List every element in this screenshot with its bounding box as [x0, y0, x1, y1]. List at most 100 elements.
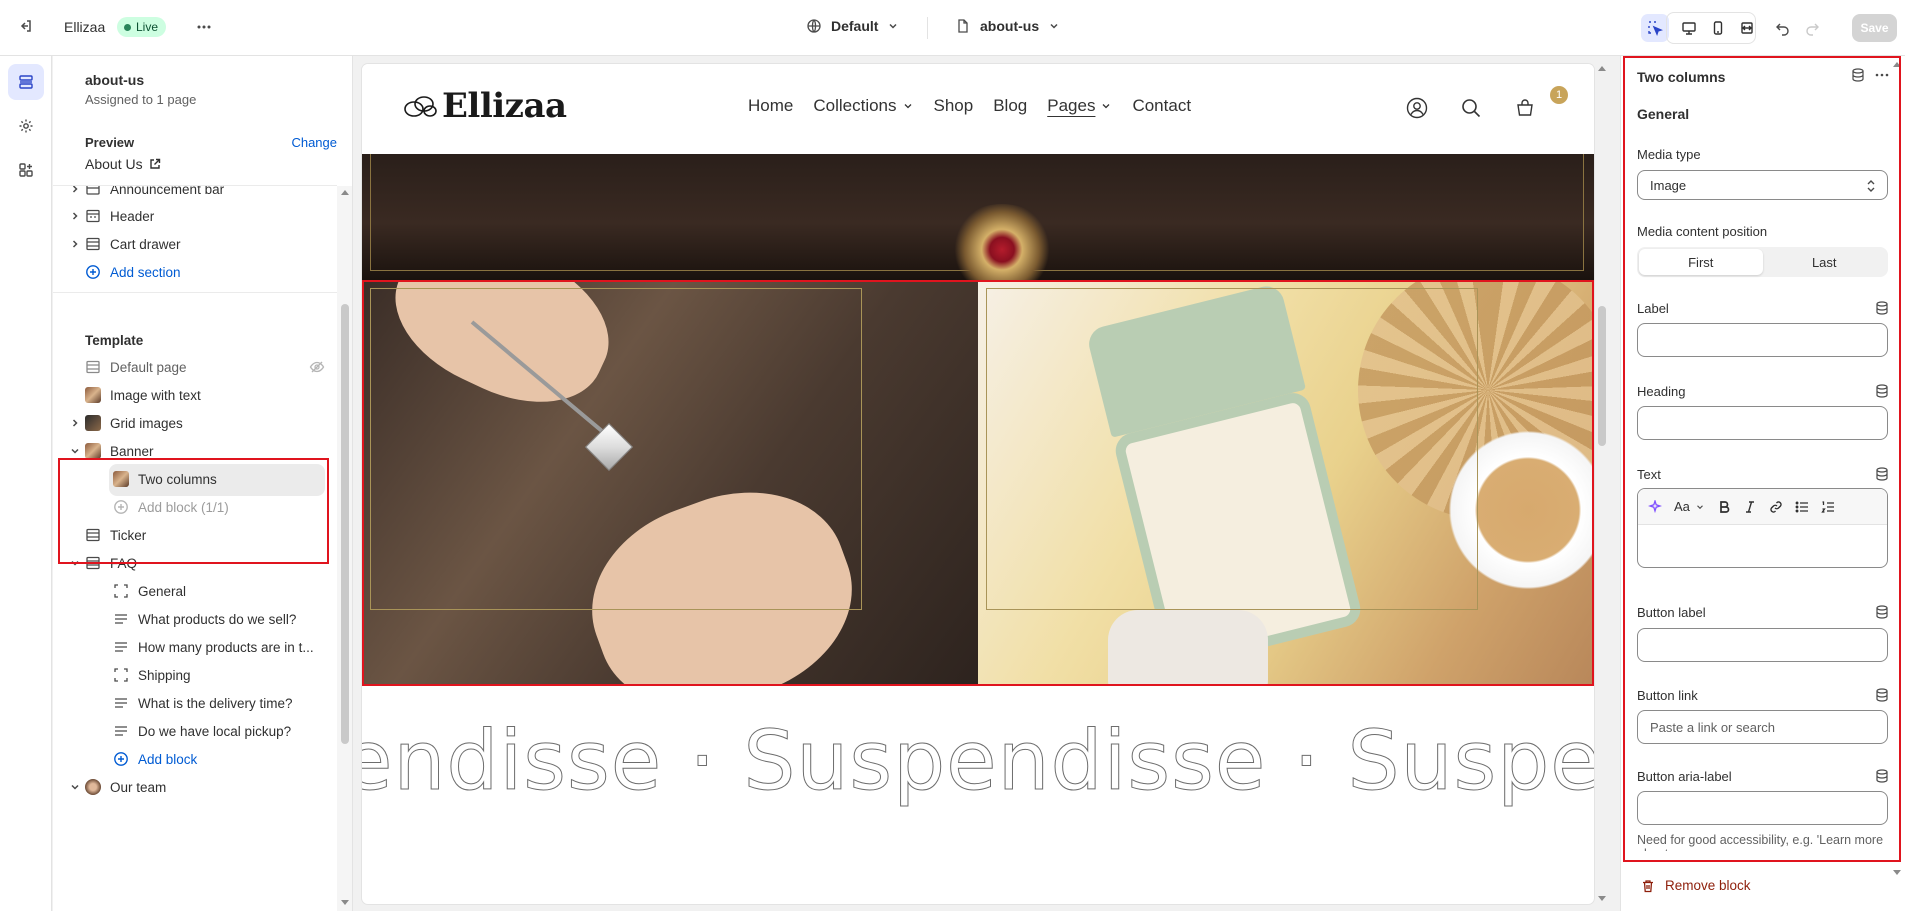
mobile-view-button[interactable]	[1704, 14, 1732, 42]
font-style-label: Aa	[1674, 499, 1690, 514]
scroll-down-arrow-icon[interactable]	[1598, 896, 1606, 901]
fullscreen-view-button[interactable]	[1733, 14, 1761, 42]
store-nav-links: Home Collections Shop Blog Pages Contact	[748, 96, 1191, 116]
remove-block-button[interactable]: Remove block	[1641, 878, 1751, 893]
chevron-right-icon	[72, 240, 78, 248]
remove-block-label: Remove block	[1665, 878, 1751, 893]
cart-icon[interactable]	[1514, 97, 1536, 119]
theme-name: Default	[831, 18, 879, 34]
font-style-dropdown[interactable]: Aa	[1674, 499, 1705, 514]
add-block-label: Add block (1/1)	[138, 499, 229, 515]
brooch-image	[952, 204, 1052, 280]
section-thumbnail	[85, 779, 101, 795]
banner-two-columns-section[interactable]	[362, 280, 1594, 686]
italic-icon[interactable]	[1743, 500, 1757, 514]
live-dot-icon	[124, 23, 131, 31]
bold-icon[interactable]	[1717, 500, 1731, 514]
text-rich-editor: Aa	[1637, 488, 1888, 568]
scrollbar-thumb[interactable]	[1598, 306, 1606, 446]
apps-rail-button[interactable]	[8, 152, 44, 188]
scroll-up-arrow-icon[interactable]	[1598, 66, 1606, 71]
section-thumbnail	[85, 415, 101, 431]
preview-page-link[interactable]: About Us	[85, 156, 161, 172]
preview-scrollbar[interactable]	[1596, 64, 1608, 904]
inspector-toggle-button[interactable]	[1641, 14, 1669, 42]
theme-settings-rail-button[interactable]	[8, 108, 44, 144]
dynamic-source-icon[interactable]	[1875, 688, 1889, 702]
more-actions-icon[interactable]	[196, 19, 212, 35]
dynamic-source-icon[interactable]	[1875, 769, 1889, 783]
scrollbar-thumb[interactable]	[341, 304, 349, 744]
bullet-list-icon[interactable]	[1795, 500, 1809, 514]
nav-label: Pages	[1047, 96, 1096, 115]
redo-button[interactable]	[1798, 14, 1826, 42]
nav-collections[interactable]: Collections	[813, 96, 913, 116]
change-preview-link[interactable]: Change	[257, 135, 337, 150]
sidebar-scrollbar[interactable]	[337, 186, 352, 911]
media-position-segmented: First Last	[1637, 247, 1888, 277]
dynamic-source-icon[interactable]	[1875, 384, 1889, 398]
left-rail	[0, 56, 52, 911]
scroll-down-arrow-icon[interactable]	[1893, 870, 1901, 875]
undo-button[interactable]	[1769, 14, 1797, 42]
dynamic-source-icon[interactable]	[1875, 301, 1889, 315]
sections-rail-button[interactable]	[8, 64, 44, 100]
ai-generate-icon[interactable]	[1648, 499, 1662, 514]
desktop-view-button[interactable]	[1675, 14, 1703, 42]
status-badge: Live	[117, 17, 167, 37]
button-link-placeholder: Paste a link or search	[1650, 719, 1776, 735]
block-label: Shipping	[138, 667, 191, 683]
nav-contact[interactable]: Contact	[1132, 96, 1191, 116]
dynamic-source-icon[interactable]	[1875, 605, 1889, 619]
numbered-list-icon[interactable]	[1821, 500, 1835, 514]
account-icon[interactable]	[1406, 97, 1428, 119]
nav-pages[interactable]: Pages	[1047, 96, 1112, 116]
storefront-preview[interactable]: Ellizaa Home Collections Shop Blog Pages…	[362, 64, 1594, 904]
button-aria-input[interactable]	[1637, 791, 1888, 825]
section-label: Banner	[110, 443, 154, 459]
block-label: What products do we sell?	[138, 611, 297, 627]
nav-home[interactable]: Home	[748, 96, 793, 116]
nav-blog[interactable]: Blog	[993, 96, 1027, 116]
save-button[interactable]: Save	[1852, 14, 1897, 42]
scroll-up-arrow-icon[interactable]	[341, 190, 349, 195]
position-first-option[interactable]: First	[1639, 249, 1763, 275]
template-assignment: Assigned to 1 page	[85, 92, 197, 107]
exit-icon[interactable]	[17, 18, 33, 34]
block-label: How many products are in t...	[138, 639, 314, 655]
more-actions-icon[interactable]	[1875, 68, 1889, 82]
dynamic-source-icon[interactable]	[1875, 467, 1889, 481]
search-icon[interactable]	[1460, 97, 1482, 119]
heading-block-icon	[114, 584, 128, 598]
button-link-input[interactable]: Paste a link or search	[1637, 710, 1888, 744]
theme-selector[interactable]: Default	[806, 18, 899, 34]
nav-shop[interactable]: Shop	[934, 96, 974, 116]
position-last-option[interactable]: Last	[1763, 249, 1887, 275]
scroll-down-arrow-icon[interactable]	[341, 900, 349, 905]
section-label: Cart drawer	[110, 236, 181, 252]
button-label-input[interactable]	[1637, 628, 1888, 662]
select-arrows-icon	[1867, 180, 1875, 192]
settings-group-heading: General	[1637, 106, 1690, 122]
template-group-label: Template	[85, 333, 144, 348]
preview-page-name: About Us	[85, 156, 143, 172]
eye-hidden-icon[interactable]	[309, 359, 325, 375]
dynamic-source-icon[interactable]	[1851, 68, 1865, 82]
media-type-select[interactable]: Image	[1637, 170, 1888, 200]
heading-input[interactable]	[1637, 406, 1888, 440]
scroll-up-arrow-icon[interactable]	[1893, 62, 1901, 67]
label-input[interactable]	[1637, 323, 1888, 357]
store-logo[interactable]: Ellizaa	[402, 86, 567, 126]
rte-toolbar: Aa	[1638, 489, 1887, 525]
page-selector[interactable]: about-us	[955, 18, 1060, 34]
chevron-down-icon	[1050, 23, 1058, 29]
link-icon[interactable]	[1769, 500, 1783, 514]
section-item-our-team[interactable]: Our team	[53, 770, 337, 804]
globe-icon	[807, 19, 821, 33]
image-with-text-section[interactable]	[362, 154, 1594, 280]
chevron-down-icon	[71, 448, 79, 454]
add-section-button[interactable]: Add section	[53, 255, 337, 289]
plus-circle-icon	[86, 265, 100, 279]
section-icon	[86, 528, 100, 542]
divider	[927, 17, 928, 39]
